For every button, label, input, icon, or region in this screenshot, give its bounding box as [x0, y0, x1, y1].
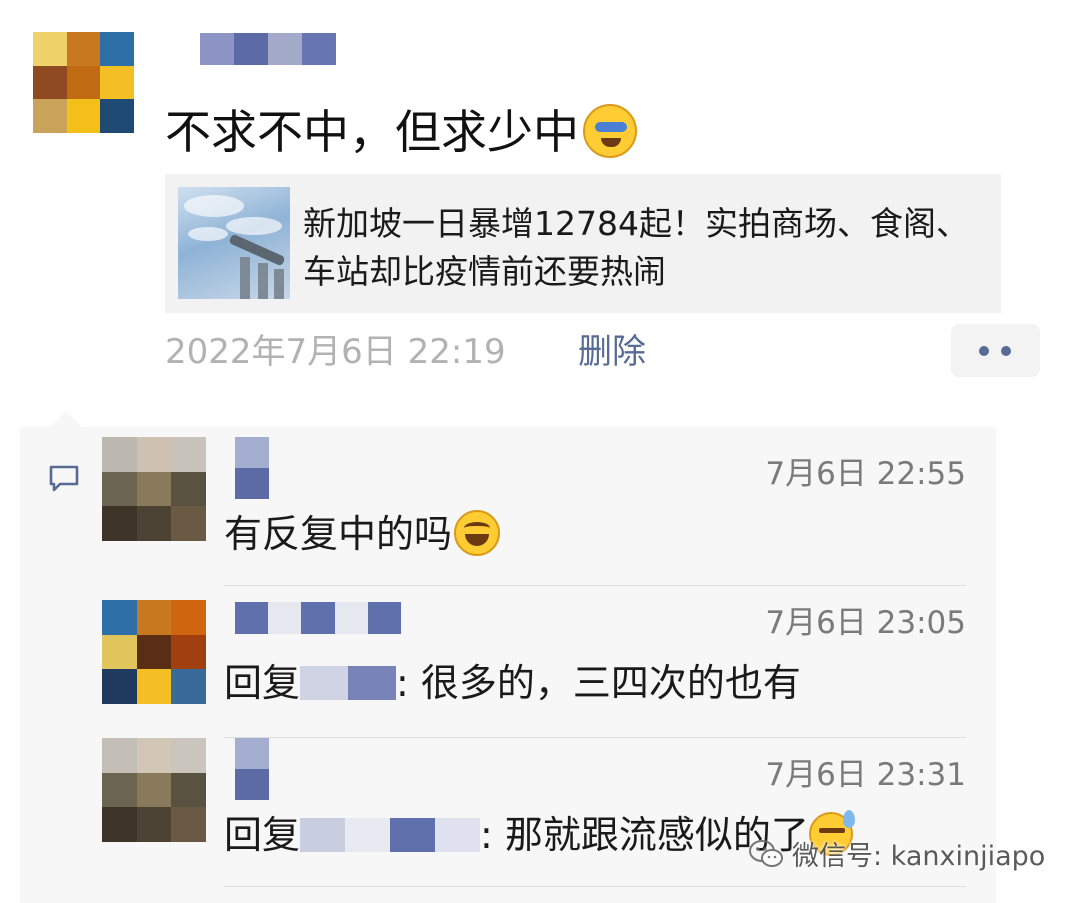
commenter-avatar[interactable]	[102, 738, 206, 842]
avatar-pixel	[102, 634, 137, 670]
avatar-pixel	[136, 669, 172, 704]
name-blur-block	[390, 817, 436, 852]
delete-post-link[interactable]: 删除	[578, 330, 646, 374]
avatar-pixel	[136, 772, 172, 808]
laughing-tears-emoji-icon	[454, 509, 501, 556]
name-blur-block	[200, 33, 234, 65]
name-blur-block	[235, 468, 269, 499]
avatar-pixel	[66, 32, 101, 66]
post-author-avatar[interactable]	[33, 32, 134, 133]
face-covering-eyes-emoji-icon	[583, 103, 637, 158]
comment-text: 回复 : 很多的，三四次的也有	[224, 658, 801, 708]
avatar-pixel	[66, 99, 101, 133]
avatar-pixel	[102, 471, 137, 507]
commenter-name-blurred[interactable]	[235, 437, 269, 499]
name-blur-block	[302, 33, 336, 65]
comment-text-content: : 很多的，三四次的也有	[396, 661, 801, 705]
reply-prefix: 回复	[224, 661, 301, 705]
name-blur-block	[348, 665, 397, 700]
commenter-name-blurred[interactable]	[235, 738, 269, 800]
name-blur-block	[235, 437, 269, 468]
reply-target-name-blurred[interactable]	[300, 665, 397, 700]
comment-divider	[224, 585, 966, 586]
name-blur-block	[235, 738, 269, 769]
comment-divider	[224, 737, 966, 738]
avatar-pixel	[136, 437, 172, 472]
avatar-pixel	[171, 772, 206, 808]
avatar-pixel	[171, 807, 206, 842]
avatar-pixel	[171, 437, 206, 472]
watermark-text: 微信号: kanxinjiapo	[792, 841, 1046, 872]
name-blur-block	[268, 602, 302, 634]
avatar-pixel	[102, 437, 137, 472]
more-actions-button[interactable]	[951, 324, 1040, 377]
name-blur-block	[300, 817, 346, 852]
name-blur-block	[367, 602, 402, 634]
name-blur-block	[300, 665, 349, 700]
avatar-pixel	[102, 807, 137, 842]
avatar-pixel	[136, 807, 172, 842]
avatar-pixel	[171, 506, 206, 541]
comment-text: 有反复中的吗	[224, 509, 501, 559]
wechat-icon	[749, 839, 783, 867]
avatar-pixel	[33, 32, 67, 66]
name-blur-block	[234, 33, 268, 65]
commenter-avatar[interactable]	[102, 437, 206, 541]
name-blur-block	[301, 602, 335, 634]
avatar-pixel	[171, 634, 206, 670]
avatar-pixel	[100, 32, 134, 66]
article-title: 新加坡一日暴增12784起！实拍商场、食阁、车站却比疫情前还要热闹	[303, 204, 969, 291]
name-blur-block	[235, 769, 269, 800]
wechat-watermark: 微信号: kanxinjiapo	[748, 834, 1045, 873]
name-blur-block	[435, 817, 481, 852]
avatar-pixel	[171, 471, 206, 507]
shared-article-card[interactable]: 新加坡一日暴增12784起！实拍商场、食阁、车站却比疫情前还要热闹	[165, 174, 1001, 313]
comment-timestamp: 7月6日 23:05	[765, 605, 966, 641]
commenter-avatar[interactable]	[102, 600, 206, 704]
post-text: 不求不中，但求少中	[165, 103, 637, 160]
name-blur-block	[345, 817, 391, 852]
name-blur-block	[235, 602, 269, 634]
post-author-name-blurred[interactable]	[200, 33, 336, 65]
avatar-pixel	[171, 738, 206, 773]
post-text-content: 不求不中，但求少中	[165, 105, 579, 159]
avatar-pixel	[66, 65, 101, 100]
comment-divider	[224, 886, 966, 887]
avatar-pixel	[102, 772, 137, 808]
article-thumbnail-image	[178, 187, 290, 299]
avatar-pixel	[100, 65, 134, 100]
avatar-pixel	[136, 738, 172, 773]
avatar-pixel	[136, 600, 172, 635]
comment-text-content: 有反复中的吗	[224, 512, 453, 556]
comment-bubble-icon	[49, 465, 79, 492]
post-timestamp: 2022年7月6日 22:19	[165, 332, 506, 372]
comment-timestamp: 7月6日 23:31	[765, 757, 966, 793]
avatar-pixel	[102, 506, 137, 541]
avatar-pixel	[33, 65, 67, 100]
avatar-pixel	[136, 634, 172, 670]
avatar-pixel	[102, 600, 137, 635]
name-blur-block	[268, 33, 302, 65]
avatar-pixel	[102, 738, 137, 773]
reply-prefix: 回复	[224, 813, 301, 857]
avatar-pixel	[136, 506, 172, 541]
avatar-pixel	[102, 669, 137, 704]
more-dot-icon	[1001, 346, 1011, 356]
reply-target-name-blurred[interactable]	[300, 817, 481, 852]
comment-panel-pointer	[50, 411, 82, 427]
avatar-pixel	[100, 99, 134, 133]
avatar-pixel	[171, 600, 206, 635]
commenter-name-blurred[interactable]	[235, 602, 402, 634]
avatar-pixel	[171, 669, 206, 704]
name-blur-block	[334, 602, 368, 634]
more-dot-icon	[979, 346, 989, 356]
avatar-pixel	[136, 471, 172, 507]
avatar-pixel	[33, 99, 67, 133]
comment-timestamp: 7月6日 22:55	[765, 456, 966, 492]
